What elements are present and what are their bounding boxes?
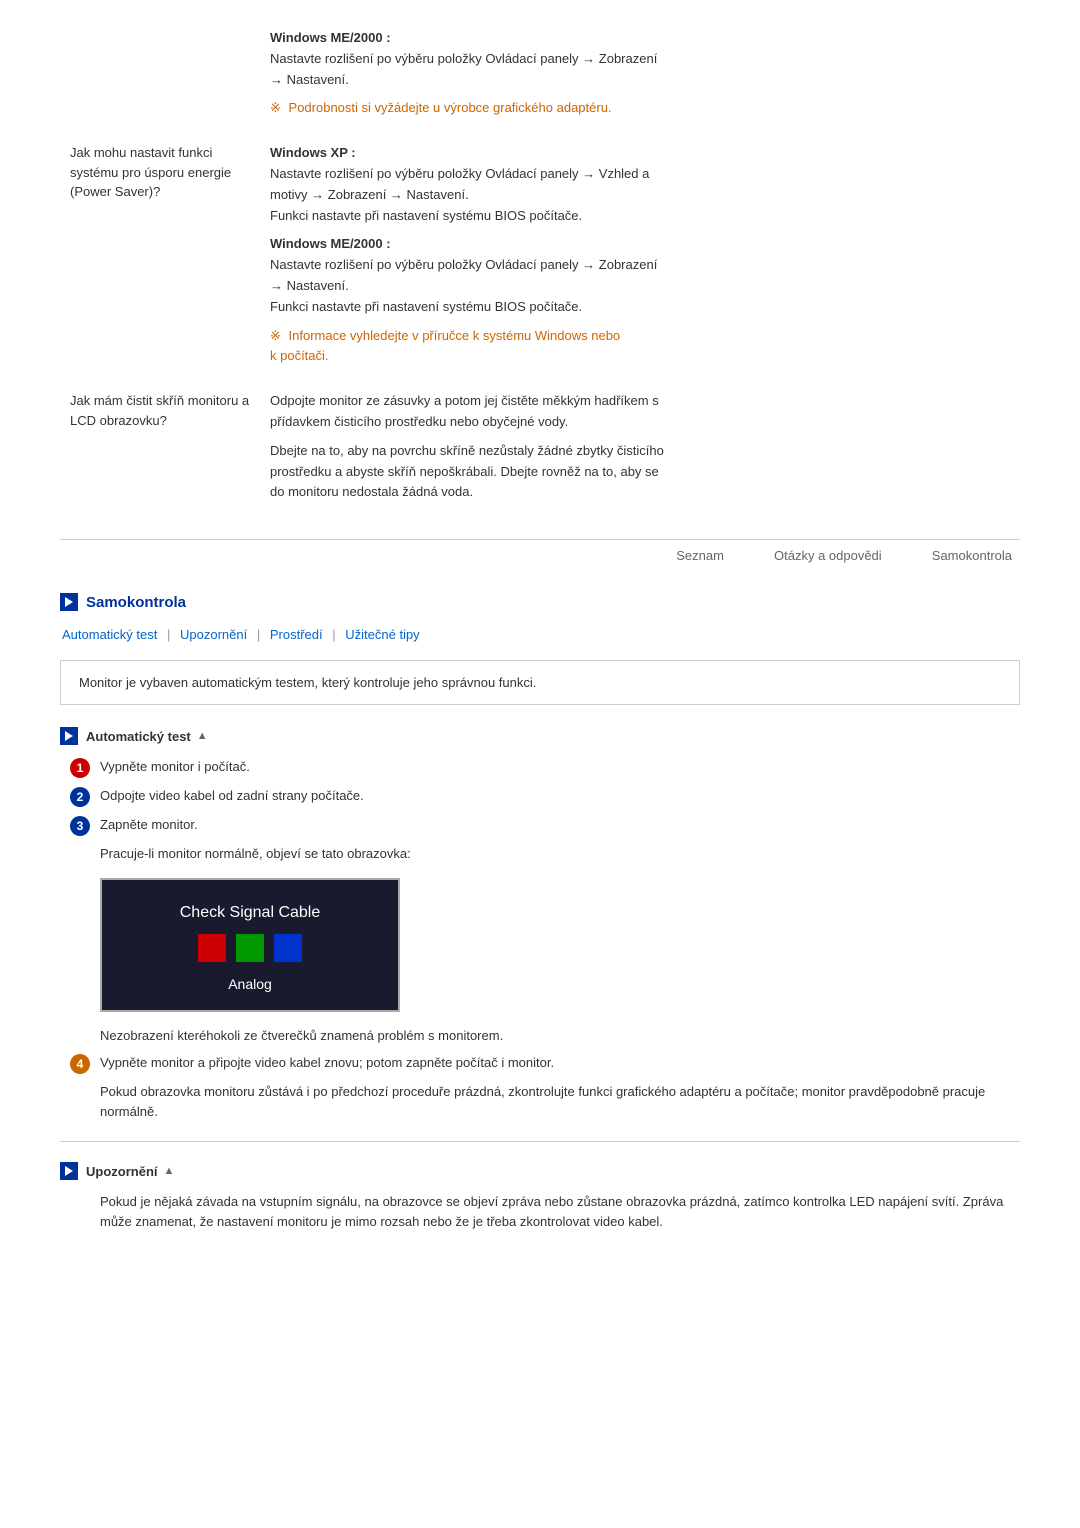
step-4-text: Vypněte monitor a připojte video kabel z… (100, 1053, 554, 1073)
info-box: Monitor je vybaven automatickým testem, … (60, 660, 1020, 705)
upozorneni-text: Pokud je nějaká závada na vstupním signá… (60, 1192, 1020, 1231)
step-number-2: 2 (70, 787, 90, 807)
samokontrola-section: Samokontrola Automatický test | Upozorně… (60, 593, 1020, 1231)
step-number-4: 4 (70, 1054, 90, 1074)
nav-item-otazky[interactable]: Otázky a odpovědi (774, 548, 882, 563)
faq-answer: Odpojte monitor ze zásuvky a potom jej č… (260, 383, 1020, 519)
nav-sep (744, 548, 755, 563)
nav-breadcrumb: Seznam Otázky a odpovědi Samokontrola (60, 539, 1020, 563)
section-divider (60, 1141, 1020, 1142)
subnav-auto-test[interactable]: Automatický test (62, 627, 157, 642)
step-4-indent: Pokud obrazovka monitoru zůstává i po př… (60, 1082, 1020, 1121)
no-squares-text: Nezobrazení kteréhokoli ze čtverečků zna… (60, 1026, 1020, 1046)
answer-text: Windows ME/2000 : Nastavte rozlišení po … (270, 28, 1010, 90)
answer-text: Odpojte monitor ze zásuvky a potom jej č… (270, 391, 1010, 433)
step-1: 1 Vypněte monitor i počítač. (60, 757, 1020, 778)
expand-icon[interactable]: ▲ (197, 730, 208, 742)
nav-item-seznam[interactable]: Seznam (676, 548, 724, 563)
note-text: ※ Informace vyhledejte v příručce k syst… (270, 326, 1010, 368)
square-red (198, 934, 226, 962)
answer-text: Windows XP : Nastavte rozlišení po výběr… (270, 143, 1010, 226)
monitor-analog-label: Analog (228, 976, 272, 992)
step-3-indent: Pracuje-li monitor normálně, objeví se t… (60, 844, 1020, 864)
step-3: 3 Zapněte monitor. (60, 815, 1020, 836)
subsec-icon (60, 727, 78, 745)
monitor-color-squares (198, 934, 302, 962)
note-icon: ※ (270, 328, 281, 343)
os-label: Windows ME/2000 : (270, 236, 391, 251)
square-green (236, 934, 264, 962)
auto-test-title: Automatický test (86, 729, 191, 744)
upozorneni-title: Upozornění (86, 1164, 158, 1179)
table-row: Jak mohu nastavit funkcisystému pro úspo… (60, 135, 1020, 383)
step-2-text: Odpojte video kabel od zadní strany počí… (100, 786, 364, 806)
nav-item-samokontrola[interactable]: Samokontrola (932, 548, 1012, 563)
section-icon (60, 593, 78, 611)
monitor-mockup: Check Signal Cable Analog (100, 878, 400, 1012)
subnav-prostredi[interactable]: Prostředí (270, 627, 323, 642)
os-label: Windows XP : (270, 145, 356, 160)
square-blue (274, 934, 302, 962)
answer-text: Dbejte na to, aby na povrchu skříně nezů… (270, 441, 1010, 503)
step-number-3: 3 (70, 816, 90, 836)
section-header: Samokontrola (60, 593, 1020, 611)
upozorneni-header: Upozornění ▲ (60, 1162, 1020, 1180)
step-number-1: 1 (70, 758, 90, 778)
step-1-text: Vypněte monitor i počítač. (100, 757, 250, 777)
os-label: Windows ME/2000 : (270, 30, 391, 45)
table-row: Jak mám čistit skříň monitoru aLCD obraz… (60, 383, 1020, 519)
table-row: Windows ME/2000 : Nastavte rozlišení po … (60, 20, 1020, 135)
faq-question: Jak mohu nastavit funkcisystému pro úspo… (60, 135, 260, 383)
section-title: Samokontrola (86, 594, 186, 611)
nav-sep (901, 548, 912, 563)
step-4: 4 Vypněte monitor a připojte video kabel… (60, 1053, 1020, 1074)
nav-separator: | (257, 627, 260, 642)
nav-separator: | (332, 627, 335, 642)
answer-text: Windows ME/2000 : Nastavte rozlišení po … (270, 234, 1010, 317)
faq-question (60, 20, 260, 135)
arrow-icon (65, 731, 73, 741)
note-text: ※ Podrobnosti si vyžádejte u výrobce gra… (270, 98, 1010, 119)
faq-question: Jak mám čistit skříň monitoru aLCD obraz… (60, 383, 260, 519)
subsec-icon (60, 1162, 78, 1180)
info-box-text: Monitor je vybaven automatickým testem, … (79, 675, 536, 690)
expand-icon[interactable]: ▲ (164, 1165, 175, 1177)
step-3-text: Zapněte monitor. (100, 815, 198, 835)
nav-separator: | (167, 627, 170, 642)
subnav-uzitecne-tipy[interactable]: Užitečné tipy (345, 627, 419, 642)
step-2: 2 Odpojte video kabel od zadní strany po… (60, 786, 1020, 807)
arrow-icon (65, 1166, 73, 1176)
faq-table: Windows ME/2000 : Nastavte rozlišení po … (60, 20, 1020, 519)
auto-test-header: Automatický test ▲ (60, 727, 1020, 745)
note-icon: ※ (270, 100, 281, 115)
faq-answer: Windows ME/2000 : Nastavte rozlišení po … (260, 20, 1020, 135)
arrow-right-icon (65, 597, 73, 607)
sub-navigation: Automatický test | Upozornění | Prostřed… (60, 627, 1020, 642)
faq-answer: Windows XP : Nastavte rozlišení po výběr… (260, 135, 1020, 383)
subnav-upozorneni[interactable]: Upozornění (180, 627, 247, 642)
monitor-check-signal-text: Check Signal Cable (180, 904, 321, 922)
